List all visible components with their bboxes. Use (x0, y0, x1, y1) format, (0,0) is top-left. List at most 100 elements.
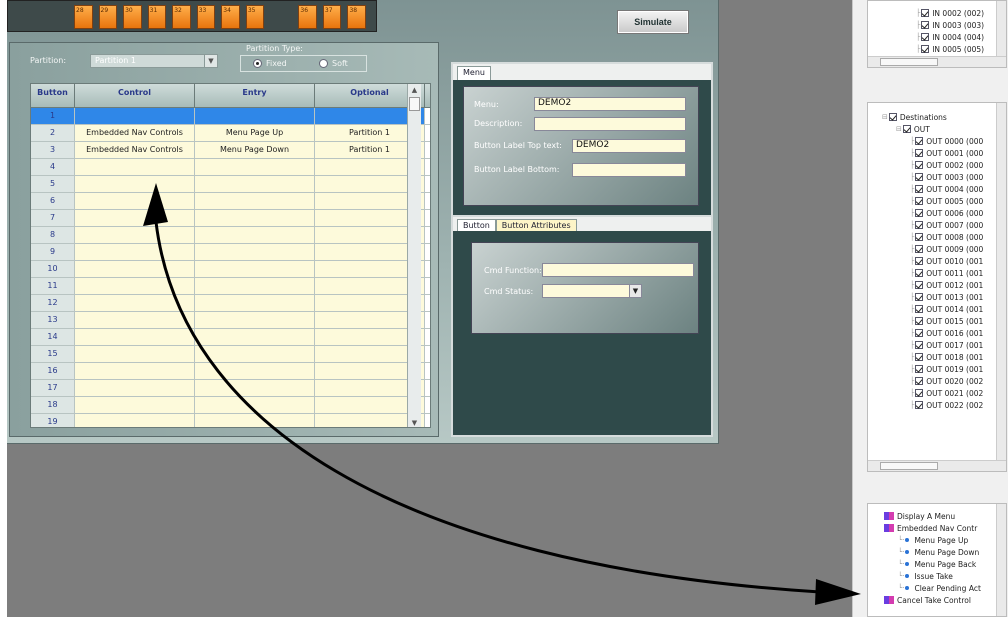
table-row[interactable]: 17 (31, 380, 430, 397)
cell-entry[interactable]: Menu Page Down (195, 142, 315, 158)
header-button[interactable]: Button (31, 84, 75, 107)
table-row[interactable]: 6 (31, 193, 430, 210)
table-row[interactable]: 8 (31, 227, 430, 244)
cell-button[interactable]: 7 (31, 210, 75, 226)
tree-item[interactable]: ├ OUT 0005 (000 (910, 195, 1006, 207)
cell-control[interactable] (75, 278, 195, 294)
cell-control[interactable]: Embedded Nav Controls (75, 142, 195, 158)
checkbox-icon[interactable] (915, 389, 924, 397)
cell-control[interactable] (75, 193, 195, 209)
cell-control[interactable] (75, 108, 195, 124)
cell-button[interactable]: 18 (31, 397, 75, 413)
strip-button[interactable]: 35 (245, 5, 265, 29)
radio-soft[interactable]: Soft (319, 59, 348, 68)
table-row[interactable]: 4 (31, 159, 430, 176)
tree-item[interactable]: ├ OUT 0020 (002 (910, 375, 1006, 387)
checkbox-icon[interactable] (915, 149, 924, 157)
table-row[interactable]: 11 (31, 278, 430, 295)
tab-menu[interactable]: Menu (457, 66, 491, 80)
tree-item[interactable]: ├ OUT 0018 (001 (910, 351, 1006, 363)
strip-button[interactable]: 28 (74, 5, 93, 29)
strip-button[interactable]: 32 (172, 5, 191, 29)
cell-entry[interactable] (195, 414, 315, 427)
cell-entry[interactable] (195, 193, 315, 209)
strip-button[interactable]: 33 (196, 5, 216, 29)
checkbox-icon[interactable] (915, 233, 924, 241)
table-row[interactable]: 5 (31, 176, 430, 193)
cell-button[interactable]: 8 (31, 227, 75, 243)
display-menu-node[interactable]: Display A Menu (884, 510, 1006, 522)
cell-entry[interactable] (195, 244, 315, 260)
tree-item[interactable]: ├ OUT 0009 (000 (910, 243, 1006, 255)
scroll-up-icon[interactable]: ▲ (408, 84, 421, 96)
table-row[interactable]: 18 (31, 397, 430, 414)
checkbox-icon[interactable] (902, 125, 911, 133)
tree-item[interactable]: ├ OUT 0007 (000 (910, 219, 1006, 231)
tree-item[interactable]: ├ OUT 0014 (001 (910, 303, 1006, 315)
strip-button[interactable]: 31 (147, 5, 167, 29)
cell-entry[interactable] (195, 397, 315, 413)
checkbox-icon[interactable] (921, 21, 930, 29)
cell-entry[interactable] (195, 329, 315, 345)
label-top-input[interactable]: DEMO2 (572, 139, 686, 153)
tree-item[interactable]: ├ OUT 0010 (001 (910, 255, 1006, 267)
table-row-selected[interactable]: 1 (31, 108, 430, 125)
tree-item[interactable]: ├ IN 0005 (005) (916, 43, 1006, 55)
cell-control[interactable] (75, 176, 195, 192)
label-bottom-input[interactable] (572, 163, 686, 177)
strip-button[interactable]: 34 (221, 5, 240, 29)
radio-fixed[interactable]: Fixed (253, 59, 287, 68)
strip-button[interactable]: 29 (98, 5, 118, 29)
tree-item[interactable]: ├ OUT 0015 (001 (910, 315, 1006, 327)
tree-item[interactable]: ├ OUT 0012 (001 (910, 279, 1006, 291)
tree-item[interactable]: ├ OUT 0004 (000 (910, 183, 1006, 195)
checkbox-icon[interactable] (915, 137, 924, 145)
table-row[interactable]: 16 (31, 363, 430, 380)
cell-control[interactable] (75, 363, 195, 379)
menu-name-input[interactable]: DEMO2 (534, 97, 686, 111)
hscroll-thumb[interactable] (880, 58, 938, 66)
cell-button[interactable]: 4 (31, 159, 75, 175)
cell-control[interactable]: Embedded Nav Controls (75, 125, 195, 141)
table-row[interactable]: 12 (31, 295, 430, 312)
table-row[interactable]: 10 (31, 261, 430, 278)
header-control[interactable]: Control (75, 84, 195, 107)
cell-control[interactable] (75, 346, 195, 362)
command-item[interactable]: └· Menu Page Down (898, 546, 1006, 558)
cell-control[interactable] (75, 414, 195, 427)
cell-button[interactable]: 12 (31, 295, 75, 311)
checkbox-icon[interactable] (915, 245, 924, 253)
cell-button[interactable]: 6 (31, 193, 75, 209)
cell-entry[interactable]: Menu Page Up (195, 125, 315, 141)
checkbox-icon[interactable] (915, 401, 924, 409)
expand-icon[interactable]: ⊟ (882, 113, 888, 121)
cmd-status-select[interactable]: ▼ (542, 284, 642, 298)
checkbox-icon[interactable] (915, 377, 924, 385)
tab-button[interactable]: Button (457, 219, 496, 231)
checkbox-icon[interactable] (915, 173, 924, 181)
cell-button[interactable]: 11 (31, 278, 75, 294)
tree-item[interactable]: ├ OUT 0016 (001 (910, 327, 1006, 339)
cell-control[interactable] (75, 210, 195, 226)
destinations-group[interactable]: ⊟ OUT (882, 123, 1006, 135)
checkbox-icon[interactable] (915, 209, 924, 217)
tree-item[interactable]: ├ OUT 0001 (000 (910, 147, 1006, 159)
tree-item[interactable]: ├ OUT 0022 (002 (910, 399, 1006, 411)
command-item[interactable]: └· Clear Pending Act (898, 582, 1006, 594)
scroll-down-icon[interactable]: ▼ (408, 417, 421, 427)
table-row[interactable]: 13 (31, 312, 430, 329)
cell-control[interactable] (75, 380, 195, 396)
checkbox-icon[interactable] (915, 317, 924, 325)
tree-item[interactable]: ├ IN 0004 (004) (916, 31, 1006, 43)
cell-button[interactable]: 9 (31, 244, 75, 260)
cell-button[interactable]: 1 (31, 108, 75, 124)
sources-hscrollbar[interactable] (868, 56, 1006, 67)
cell-entry[interactable] (195, 363, 315, 379)
cell-button[interactable]: 17 (31, 380, 75, 396)
checkbox-icon[interactable] (915, 353, 924, 361)
cell-control[interactable] (75, 261, 195, 277)
table-row[interactable]: 7 (31, 210, 430, 227)
grid-scrollbar[interactable]: ▲ ▼ (407, 84, 421, 427)
cell-button[interactable]: 16 (31, 363, 75, 379)
checkbox-icon[interactable] (915, 221, 924, 229)
